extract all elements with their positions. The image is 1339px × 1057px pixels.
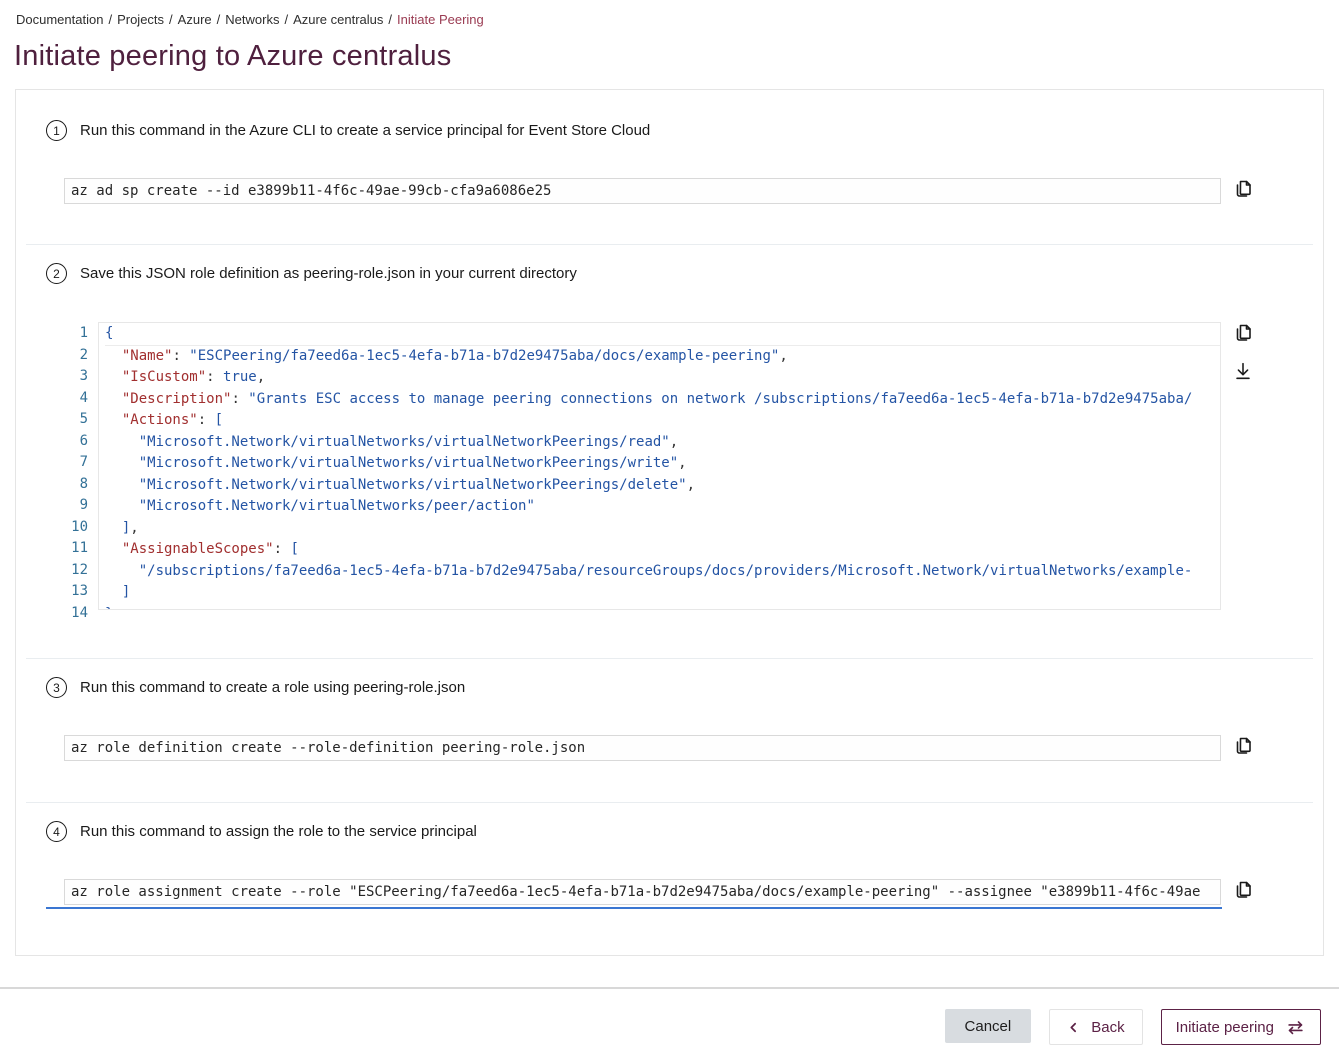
step-4-copy-button[interactable] (1232, 879, 1254, 901)
breadcrumb-separator: / (388, 12, 392, 27)
line-number-6: 6 (46, 431, 88, 453)
breadcrumb-separator: / (108, 12, 112, 27)
cancel-button[interactable]: Cancel (945, 1009, 1032, 1043)
copy-icon (1232, 188, 1254, 203)
code-line-12: "/subscriptions/fa7eed6a-1ec5-4efa-b71a-… (105, 561, 1220, 583)
step-2-download-button[interactable] (1232, 360, 1254, 382)
line-number-13: 13 (46, 581, 88, 603)
step-2: 2 Save this JSON role definition as peer… (16, 245, 1323, 658)
code-line-2: "Name": "ESCPeering/fa7eed6a-1ec5-4efa-b… (105, 346, 1220, 368)
wizard-card: 1 Run this command in the Azure CLI to c… (15, 89, 1324, 956)
back-button[interactable]: Back (1049, 1009, 1142, 1045)
footer-divider (0, 987, 1339, 989)
copy-icon (1232, 889, 1254, 904)
step-4: 4 Run this command to assign the role to… (16, 803, 1323, 955)
line-number-4: 4 (46, 388, 88, 410)
breadcrumb-link-azure-centralus[interactable]: Azure centralus (293, 12, 383, 27)
copy-icon (1232, 332, 1254, 347)
copy-icon (1232, 745, 1254, 760)
line-number-12: 12 (46, 560, 88, 582)
code-line-6: "Microsoft.Network/virtualNetworks/virtu… (105, 432, 1220, 454)
download-icon (1232, 370, 1254, 385)
line-number-14: 14 (46, 603, 88, 625)
step-4-header: 4 Run this command to assign the role to… (46, 821, 1293, 842)
code-line-11: "AssignableScopes": [ (105, 539, 1220, 561)
line-number-11: 11 (46, 538, 88, 560)
breadcrumb: Documentation / Projects / Azure / Networks / Az… (0, 0, 1339, 27)
line-number-2: 2 (46, 345, 88, 367)
code-line-8: "Microsoft.Network/virtualNetworks/virtu… (105, 475, 1220, 497)
swap-arrows-icon (1285, 1019, 1306, 1036)
line-number-10: 10 (46, 517, 88, 539)
code-line-10: ], (105, 518, 1220, 540)
page-title: Initiate peering to Azure centralus (14, 40, 1339, 73)
step-4-number-badge: 4 (46, 821, 67, 842)
line-number-3: 3 (46, 366, 88, 388)
code-line-5: "Actions": [ (105, 410, 1220, 432)
step-2-label: Save this JSON role definition as peerin… (80, 265, 577, 282)
step-3-header: 3 Run this command to create a role usin… (46, 677, 1293, 698)
chevron-left-icon (1067, 1020, 1080, 1035)
breadcrumb-separator: / (169, 12, 173, 27)
code-line-4: "Description": "Grants ESC access to man… (105, 389, 1220, 411)
step-1-command-box[interactable]: az ad sp create --id e3899b11-4f6c-49ae-… (64, 178, 1221, 204)
line-number-5: 5 (46, 409, 88, 431)
step-4-command-box[interactable]: az role assignment create --role "ESCPee… (64, 879, 1221, 905)
code-line-14: } (105, 604, 1220, 611)
step-1-header: 1 Run this command in the Azure CLI to c… (46, 120, 1293, 141)
code-line-9: "Microsoft.Network/virtualNetworks/peer/… (105, 496, 1220, 518)
back-button-label: Back (1091, 1019, 1124, 1036)
step-2-header: 2 Save this JSON role definition as peer… (46, 263, 1293, 284)
line-number-9: 9 (46, 495, 88, 517)
step-1: 1 Run this command in the Azure CLI to c… (16, 90, 1323, 244)
line-number-8: 8 (46, 474, 88, 496)
code-line-1: { (105, 323, 1220, 346)
code-line-3: "IsCustom": true, (105, 367, 1220, 389)
code-line-7: "Microsoft.Network/virtualNetworks/virtu… (105, 453, 1220, 475)
breadcrumb-link-networks[interactable]: Networks (225, 12, 279, 27)
editor-line-number-gutter: 1234567891011121314 (46, 322, 98, 624)
cancel-button-label: Cancel (965, 1018, 1012, 1035)
code-line-13: ] (105, 582, 1220, 604)
breadcrumb-link-documentation[interactable]: Documentation (16, 12, 103, 27)
step-2-number-badge: 2 (46, 263, 67, 284)
footer-actions: Cancel Back Initiate peering (0, 1009, 1321, 1045)
step-1-copy-button[interactable] (1232, 178, 1254, 200)
initiate-peering-button-label: Initiate peering (1176, 1019, 1274, 1036)
line-number-1: 1 (46, 323, 88, 345)
step-3-copy-button[interactable] (1232, 735, 1254, 757)
step-3-number-badge: 3 (46, 677, 67, 698)
step-1-number-badge: 1 (46, 120, 67, 141)
editor-code-area[interactable]: { "Name": "ESCPeering/fa7eed6a-1ec5-4efa… (98, 322, 1221, 610)
horizontal-scrollbar[interactable] (46, 907, 1222, 909)
breadcrumb-separator: / (217, 12, 221, 27)
breadcrumb-separator: / (284, 12, 288, 27)
step-1-label: Run this command in the Azure CLI to cre… (80, 122, 650, 139)
step-3-command-box[interactable]: az role definition create --role-definit… (64, 735, 1221, 761)
step-4-label: Run this command to assign the role to t… (80, 823, 477, 840)
initiate-peering-button[interactable]: Initiate peering (1161, 1009, 1321, 1045)
step-3: 3 Run this command to create a role usin… (16, 659, 1323, 802)
breadcrumb-link-azure[interactable]: Azure (178, 12, 212, 27)
step-2-copy-button[interactable] (1232, 322, 1254, 344)
line-number-7: 7 (46, 452, 88, 474)
breadcrumb-link-projects[interactable]: Projects (117, 12, 164, 27)
json-editor: 1234567891011121314 { "Name": "ESCPeerin… (46, 322, 1221, 624)
breadcrumb-current: Initiate Peering (397, 12, 484, 27)
step-3-label: Run this command to create a role using … (80, 679, 465, 696)
